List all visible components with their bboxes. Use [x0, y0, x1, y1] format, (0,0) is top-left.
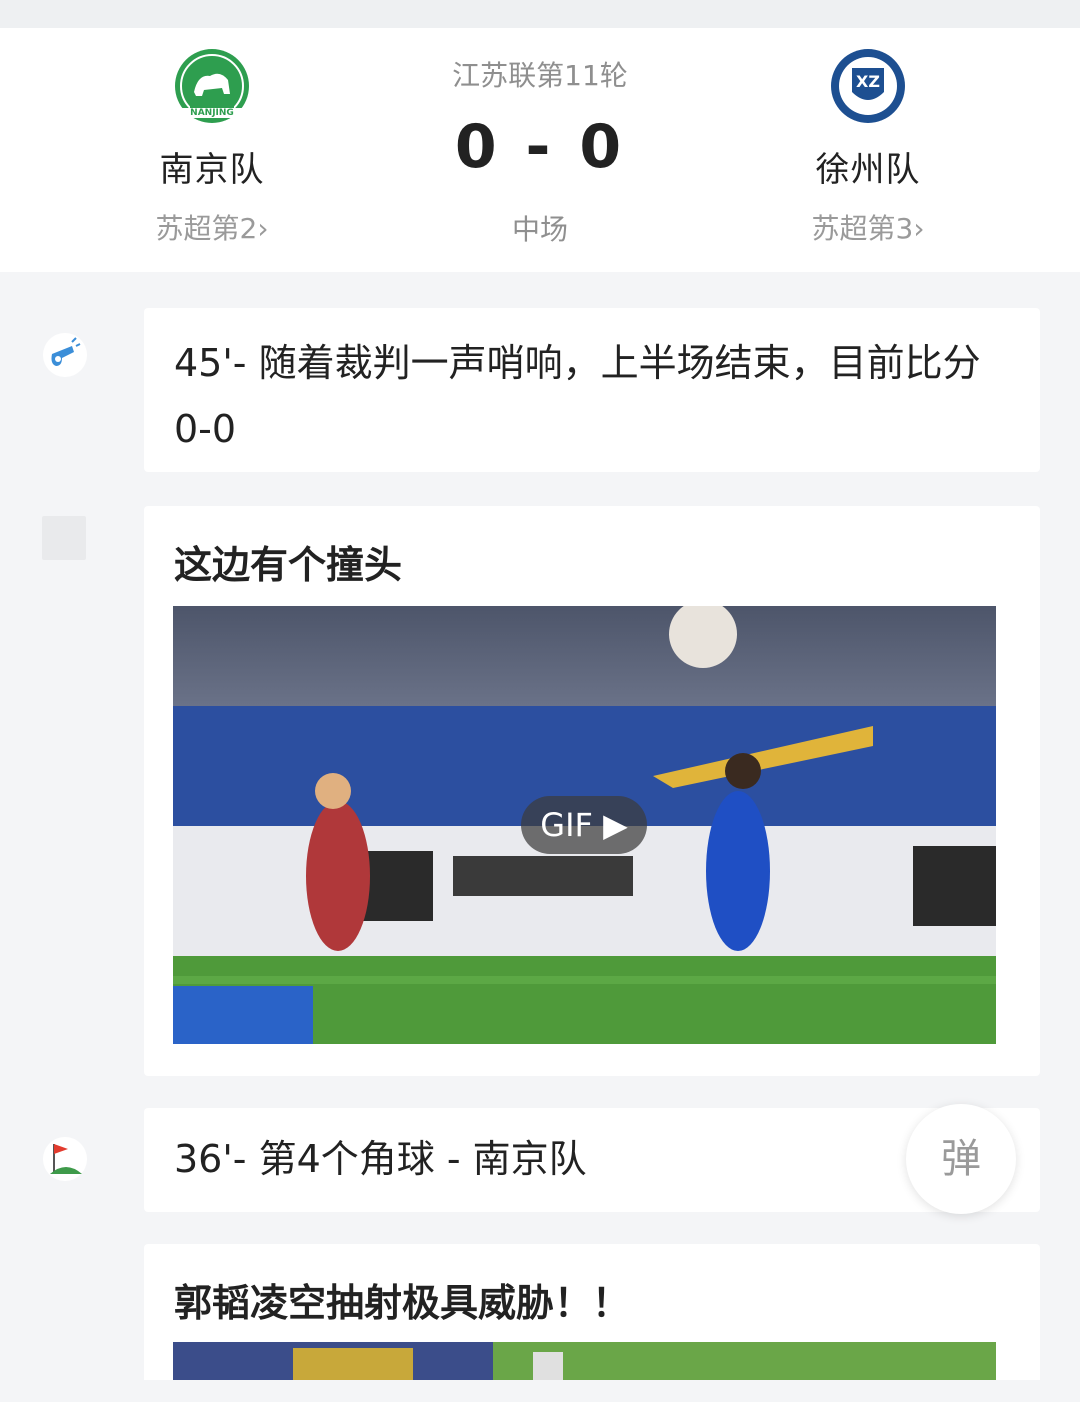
placeholder-icon — [42, 516, 86, 560]
home-team-name: 南京队 — [159, 150, 265, 190]
match-center-info: 江苏联第11轮 0 - 0 中场 — [390, 54, 690, 248]
away-team-logo: XZ — [830, 48, 906, 124]
post-card[interactable]: 这边有个撞头 GIF ▶ — [144, 506, 1040, 1076]
match-score: 0 - 0 — [454, 112, 626, 182]
play-icon: ▶ — [592, 806, 628, 844]
whistle-icon — [42, 332, 88, 378]
league-round: 江苏联第11轮 — [452, 59, 628, 92]
away-team[interactable]: XZ 徐州队 苏超第3› — [738, 48, 998, 247]
home-team-rank-text: 苏超第2 — [155, 212, 258, 245]
danmaku-button[interactable]: 弹 — [906, 1104, 1016, 1214]
chevron-right-icon: › — [913, 212, 925, 245]
away-logo-text: XZ — [856, 72, 880, 91]
gif-media[interactable]: GIF ▶ — [173, 606, 996, 1044]
gif-play-badge[interactable]: GIF ▶ — [521, 796, 647, 854]
event-card-whistle[interactable]: 45'- 随着裁判一声哨响，上半场结束，目前比分0-0 — [144, 308, 1040, 472]
match-status: 中场 — [511, 213, 568, 246]
home-team[interactable]: NANJING 南京队 苏超第2› — [82, 48, 342, 247]
away-team-rank[interactable]: 苏超第3› — [738, 207, 998, 247]
home-team-logo: NANJING — [174, 48, 250, 124]
gif-label: GIF — [540, 806, 593, 844]
home-team-rank[interactable]: 苏超第2› — [82, 207, 342, 247]
post-card[interactable]: 郭韬凌空抽射极具威胁！！ — [144, 1244, 1040, 1402]
match-header: NANJING 南京队 苏超第2› 江苏联第11轮 0 - 0 中场 XZ 徐州… — [0, 28, 1080, 272]
danmaku-label: 弹 — [941, 1136, 981, 1182]
corner-flag-icon — [42, 1136, 88, 1182]
home-logo-text: NANJING — [174, 108, 250, 118]
top-strip — [0, 0, 1080, 28]
bottom-bar — [0, 1380, 1080, 1402]
away-team-name: 徐州队 — [815, 150, 921, 190]
away-team-rank-text: 苏超第3 — [811, 212, 914, 245]
post-title: 这边有个撞头 — [174, 543, 403, 587]
event-text: 45'- 随着裁判一声哨响，上半场结束，目前比分0-0 — [174, 341, 981, 451]
chevron-right-icon: › — [257, 212, 269, 245]
post-title: 郭韬凌空抽射极具威胁！！ — [174, 1281, 631, 1325]
